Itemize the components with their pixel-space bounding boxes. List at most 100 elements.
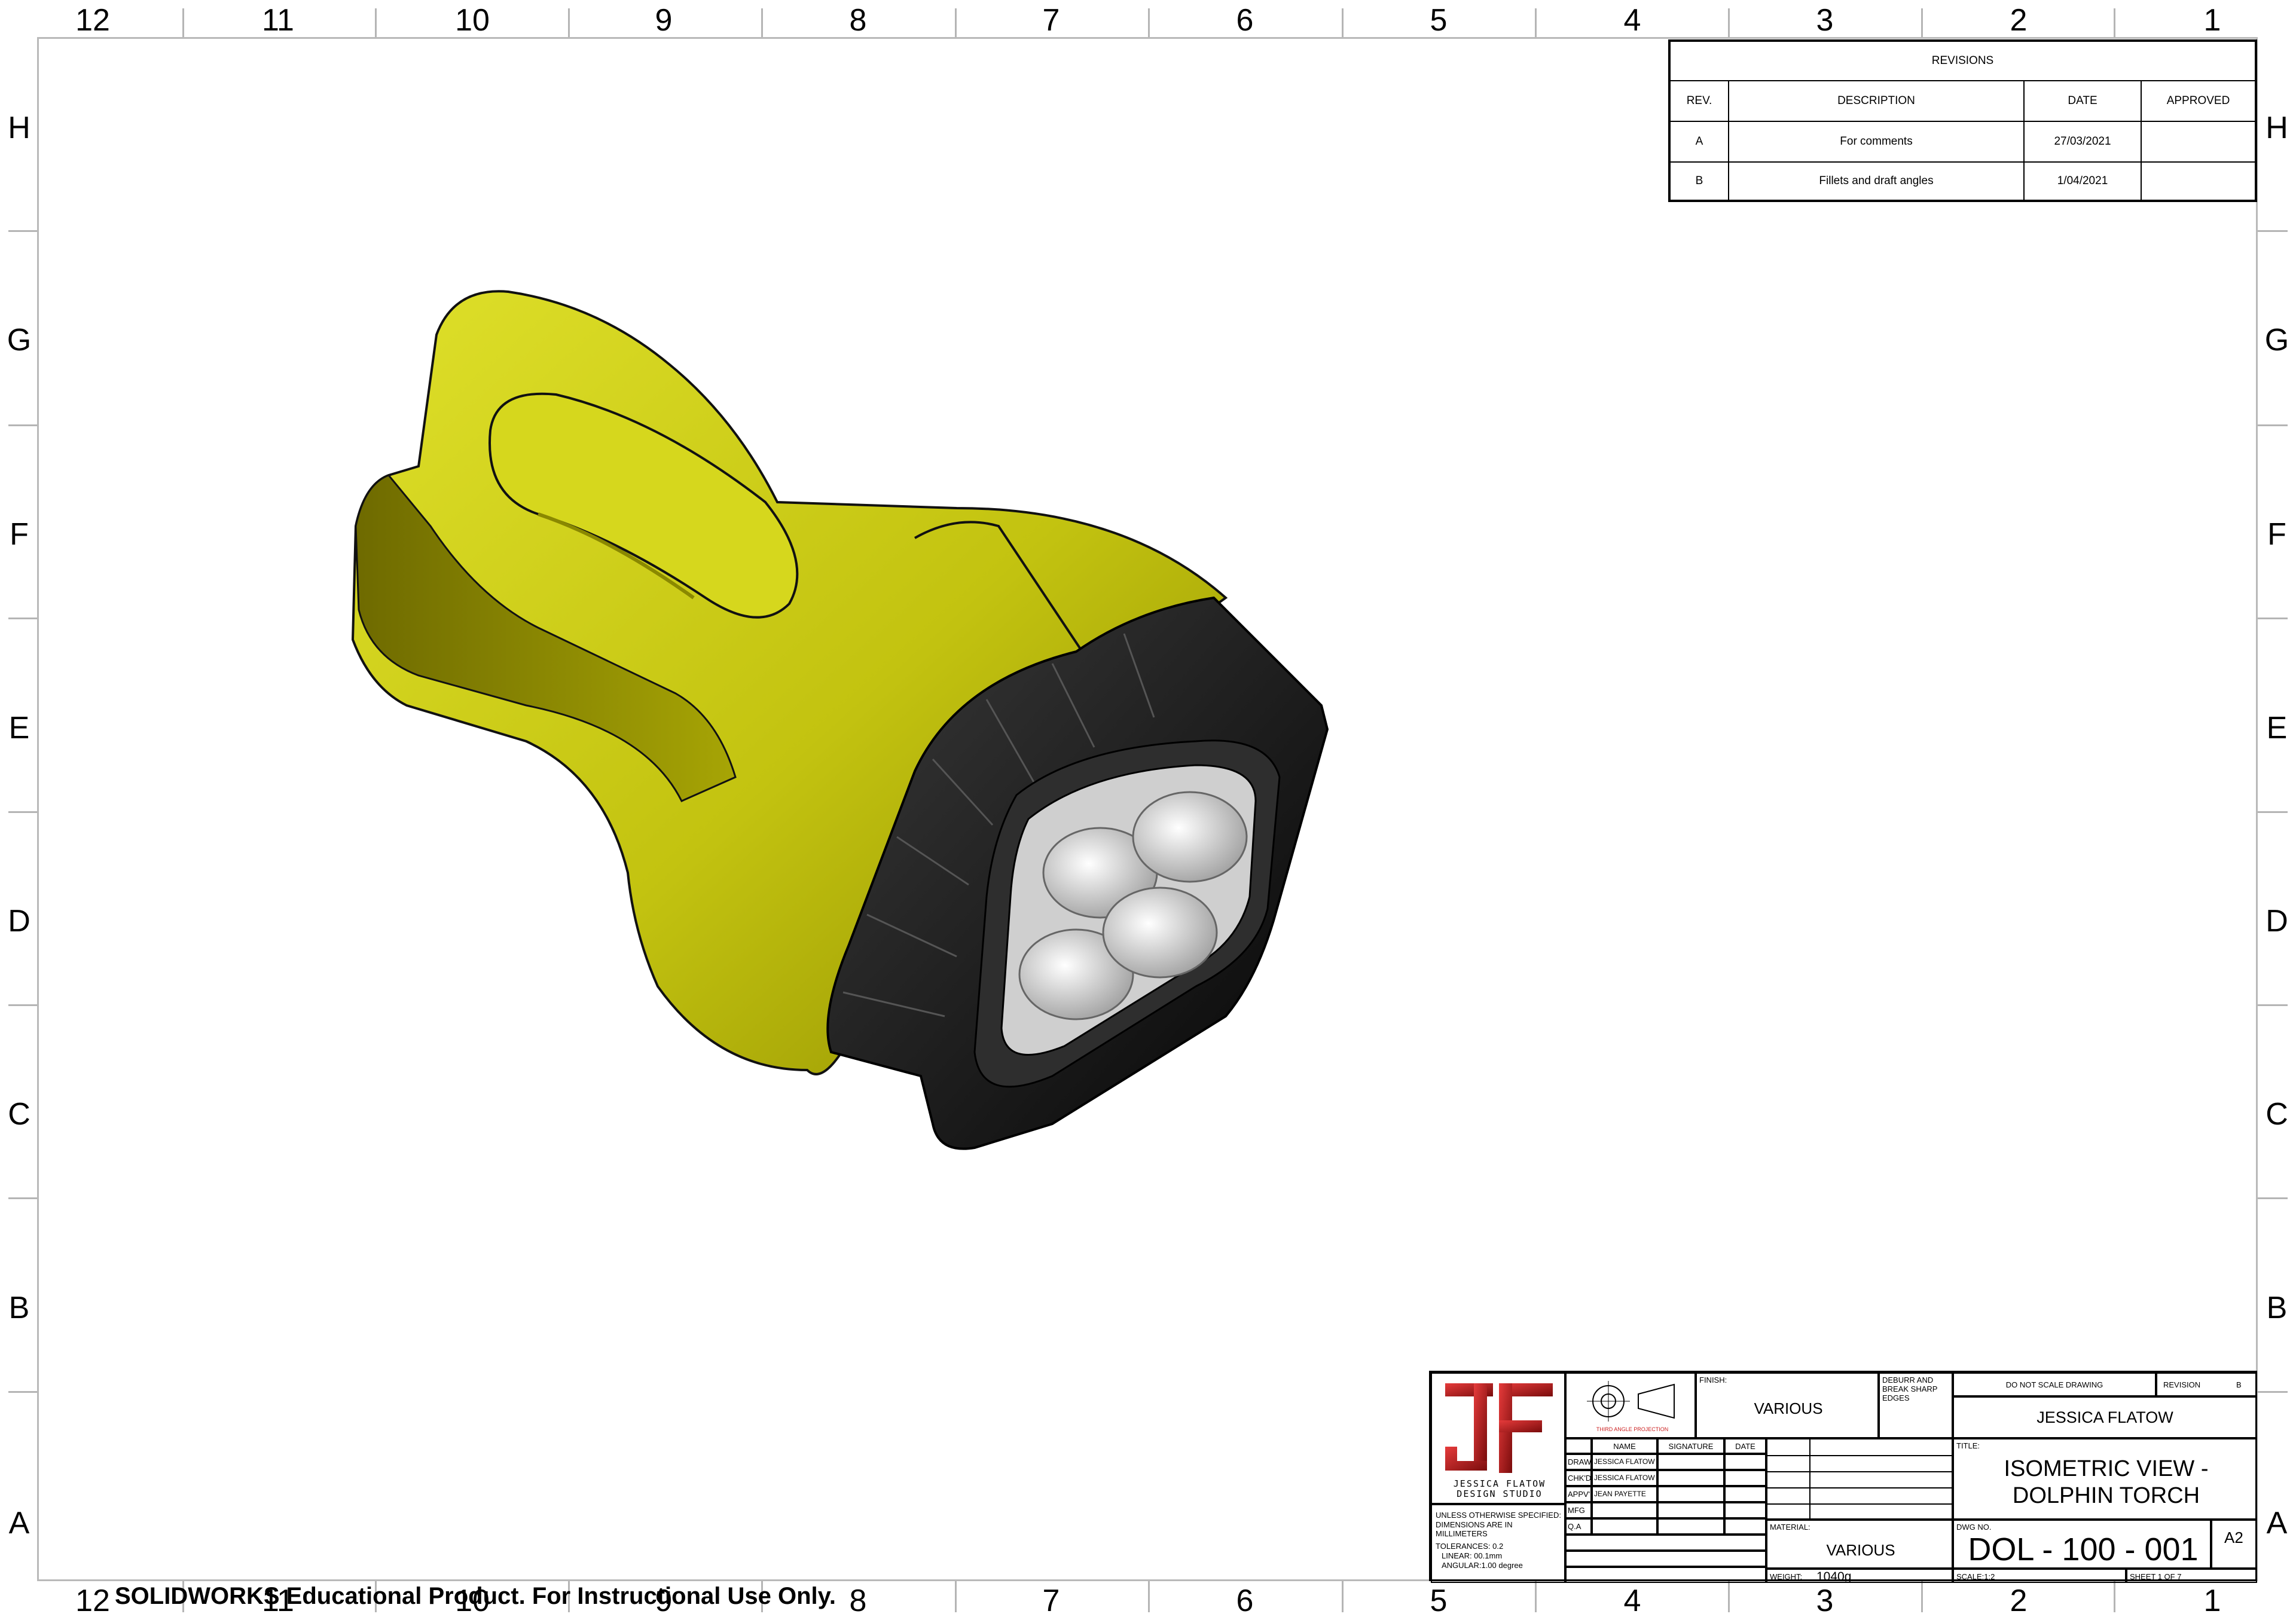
zone-letter: F [2267, 517, 2286, 552]
sig-date [1724, 1502, 1766, 1518]
revision-cell: REVISION B [2156, 1373, 2257, 1396]
sig-name: JESSICA FLATOW [1592, 1454, 1657, 1470]
company-name: JESSICA FLATOW [2037, 1408, 2173, 1426]
revision-description: For comments [1728, 121, 2025, 163]
material-label: MATERIAL: [1770, 1523, 1810, 1532]
sig-role-label: DRAWN [1568, 1457, 1592, 1466]
zone-tick [1148, 8, 1150, 37]
title-label: TITLE: [1956, 1441, 1980, 1450]
deburr-note: DEBURR AND BREAK SHARP EDGES [1882, 1376, 1938, 1402]
finish-label: FINISH: [1699, 1376, 1727, 1384]
material-value: VARIOUS [1826, 1541, 1895, 1560]
zone-number: 8 [849, 1584, 867, 1618]
sig-date [1724, 1518, 1766, 1535]
zone-tick [8, 1197, 37, 1199]
zone-letter: C [8, 1097, 30, 1132]
zone-tick [955, 8, 957, 37]
revisions-column-header: DESCRIPTION [1728, 80, 2025, 122]
zone-tick [8, 618, 37, 619]
zone-tick [8, 230, 37, 232]
spec-line: TOLERANCES: 0.2 [1436, 1542, 1504, 1551]
third-angle-projection-icon [1587, 1381, 1675, 1422]
zone-tick [375, 8, 377, 37]
zone-tick [2258, 811, 2288, 813]
zone-number: 6 [1236, 3, 1254, 38]
revisions-table: REVISIONS REV. DESCRIPTION DATE APPROVED… [1668, 39, 2257, 202]
sig-role: APPV'D [1565, 1486, 1592, 1502]
zone-letter: B [2266, 1291, 2288, 1325]
revisions-column-header: DATE [2023, 80, 2142, 122]
zone-number: 6 [1236, 1584, 1254, 1618]
zone-letter: B [8, 1291, 30, 1325]
zone-number: 5 [1430, 3, 1448, 38]
finish-value: VARIOUS [1754, 1399, 1823, 1418]
zone-letter: G [7, 323, 32, 357]
revision-label: REVISION [2163, 1380, 2201, 1389]
finish-cell: FINISH: VARIOUS [1696, 1373, 1879, 1438]
revisions-column-header: REV. [1669, 80, 1729, 122]
zone-number: 8 [849, 3, 867, 38]
zone-tick [1728, 1581, 1730, 1612]
sheet-number: SHEET 1 OF 7 [2130, 1572, 2182, 1581]
weight-cell: WEIGHT: 1040g [1766, 1569, 1953, 1583]
studio-logo [1445, 1383, 1553, 1473]
sig-date [1724, 1454, 1766, 1470]
zone-letter: H [8, 111, 30, 145]
dwg-number-cell: DWG NO. DOL - 100 - 001 [1953, 1520, 2211, 1569]
zone-number: 4 [1623, 1584, 1641, 1618]
sig-role-label: Q.A [1568, 1522, 1581, 1531]
zone-tick [8, 1391, 37, 1393]
title-line-2: DOLPHIN TORCH [2012, 1483, 2200, 1508]
sig-empty-row [1565, 1567, 1766, 1583]
sig-role: DRAWN [1565, 1454, 1592, 1470]
zone-number: 7 [1042, 3, 1060, 38]
revision-id: B [1669, 161, 1729, 201]
zone-tick [2258, 1004, 2288, 1006]
zone-tick [2114, 8, 2115, 37]
zone-letter: D [8, 904, 30, 939]
revision-date: 27/03/2021 [2023, 121, 2142, 163]
projection-caption: THIRD ANGLE PROJECTION [1596, 1426, 1669, 1432]
zone-tick [8, 811, 37, 813]
sig-signature [1657, 1502, 1724, 1518]
zone-number: 3 [1816, 1584, 1834, 1618]
zone-number: 3 [1816, 3, 1834, 38]
zone-tick [568, 8, 570, 37]
zone-tick [2258, 230, 2288, 232]
zone-tick [1342, 8, 1344, 37]
zone-tick [2258, 424, 2288, 426]
zone-number: 9 [655, 3, 673, 38]
educational-watermark: SOLIDWORKS Educational Product. For Inst… [115, 1583, 836, 1609]
zone-tick [1148, 1581, 1150, 1612]
sig-date [1724, 1470, 1766, 1486]
revision-approved [2141, 121, 2256, 163]
zone-tick [182, 8, 184, 37]
scale-value: SCALE:1:2 [1956, 1572, 1995, 1581]
revision-row: A For comments 27/03/2021 [1669, 121, 2256, 163]
revisions-column-header: APPROVED [2141, 80, 2256, 122]
revision-date: 1/04/2021 [2023, 161, 2142, 201]
zone-number: 7 [1042, 1584, 1060, 1618]
zone-tick [2258, 1391, 2288, 1393]
sig-grid-cell [1565, 1438, 1592, 1454]
spec-line: UNLESS OTHERWISE SPECIFIED: [1436, 1511, 1561, 1520]
spec-line: DIMENSIONS ARE IN MILLIMETERS [1436, 1520, 1513, 1538]
sheet-size-cell: A2 [2211, 1520, 2257, 1569]
sig-role-label: APPV'D [1568, 1490, 1590, 1499]
zone-letter: A [8, 1506, 30, 1541]
dwg-number: DOL - 100 - 001 [1968, 1531, 2199, 1567]
zone-tick [955, 1581, 957, 1612]
zone-number: 12 [75, 3, 110, 38]
revisions-header: REVISIONS [1669, 41, 2256, 81]
sig-empty-row [1565, 1551, 1766, 1567]
scale-cell: SCALE:1:2 [1953, 1569, 2126, 1583]
zone-tick [1921, 1581, 1923, 1612]
torch-isometric-view [351, 290, 1329, 1150]
zone-letter: E [2266, 711, 2288, 745]
title-line-1: ISOMETRIC VIEW - [2004, 1456, 2209, 1481]
zone-tick [2114, 1581, 2115, 1612]
zone-number: 10 [455, 3, 490, 38]
zone-number: 12 [75, 1584, 110, 1618]
revision-value: B [2236, 1380, 2242, 1389]
zone-letter: D [2266, 904, 2288, 939]
